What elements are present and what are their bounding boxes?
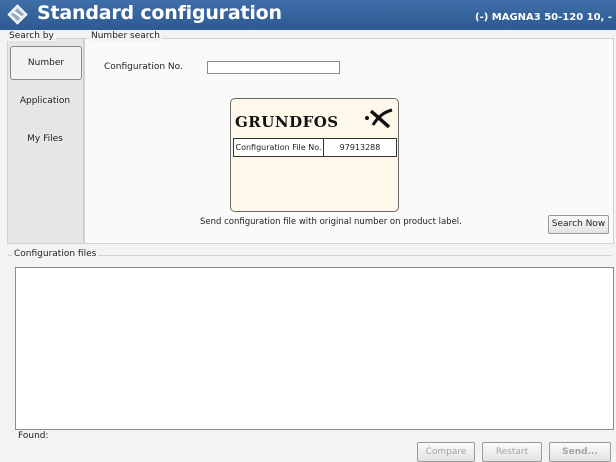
configuration-file-number: 97913288	[339, 143, 381, 152]
grundfos-x-logo-icon	[365, 108, 393, 129]
configuration-file-list[interactable]	[15, 267, 614, 430]
search-now-button[interactable]: Search Now	[548, 215, 609, 234]
configuration-files-legend: Configuration files	[12, 249, 99, 259]
configuration-file-box: Configuration File No. 97913288	[233, 138, 397, 157]
number-search-legend: Number search	[89, 31, 162, 41]
search-by-my-files-button[interactable]: My Files	[10, 134, 80, 144]
search-by-legend: Search by	[7, 31, 56, 41]
product-label-illustration: GRUNDFOS Configuration File No. 97913288	[230, 98, 399, 212]
compare-button[interactable]: Compare	[417, 442, 475, 462]
send-button[interactable]: Send...	[549, 442, 611, 462]
configuration-no-label: Configuration No.	[104, 62, 183, 72]
device-label: (-) MAGNA3 50-120 10, -	[475, 12, 612, 23]
configuration-file-label: Configuration File No.	[234, 139, 324, 156]
number-search-panel: Configuration No. GRUNDFOS Configuration…	[84, 38, 614, 244]
search-by-panel: Number Application My Files	[7, 38, 84, 244]
hint-text: Send configuration file with original nu…	[200, 217, 462, 227]
search-by-application-button[interactable]: Application	[10, 96, 80, 106]
configuration-no-input[interactable]	[207, 61, 340, 74]
configuration-files-panel	[8, 255, 614, 440]
page-title: Standard configuration	[37, 2, 282, 24]
title-bar: Standard configuration (-) MAGNA3 50-120…	[0, 0, 616, 30]
search-by-number-button[interactable]: Number	[10, 46, 82, 80]
grundfos-diamond-icon	[7, 4, 28, 25]
restart-button[interactable]: Restart	[482, 442, 542, 462]
found-label: Found:	[18, 431, 49, 441]
grundfos-logo-text: GRUNDFOS	[235, 113, 339, 131]
